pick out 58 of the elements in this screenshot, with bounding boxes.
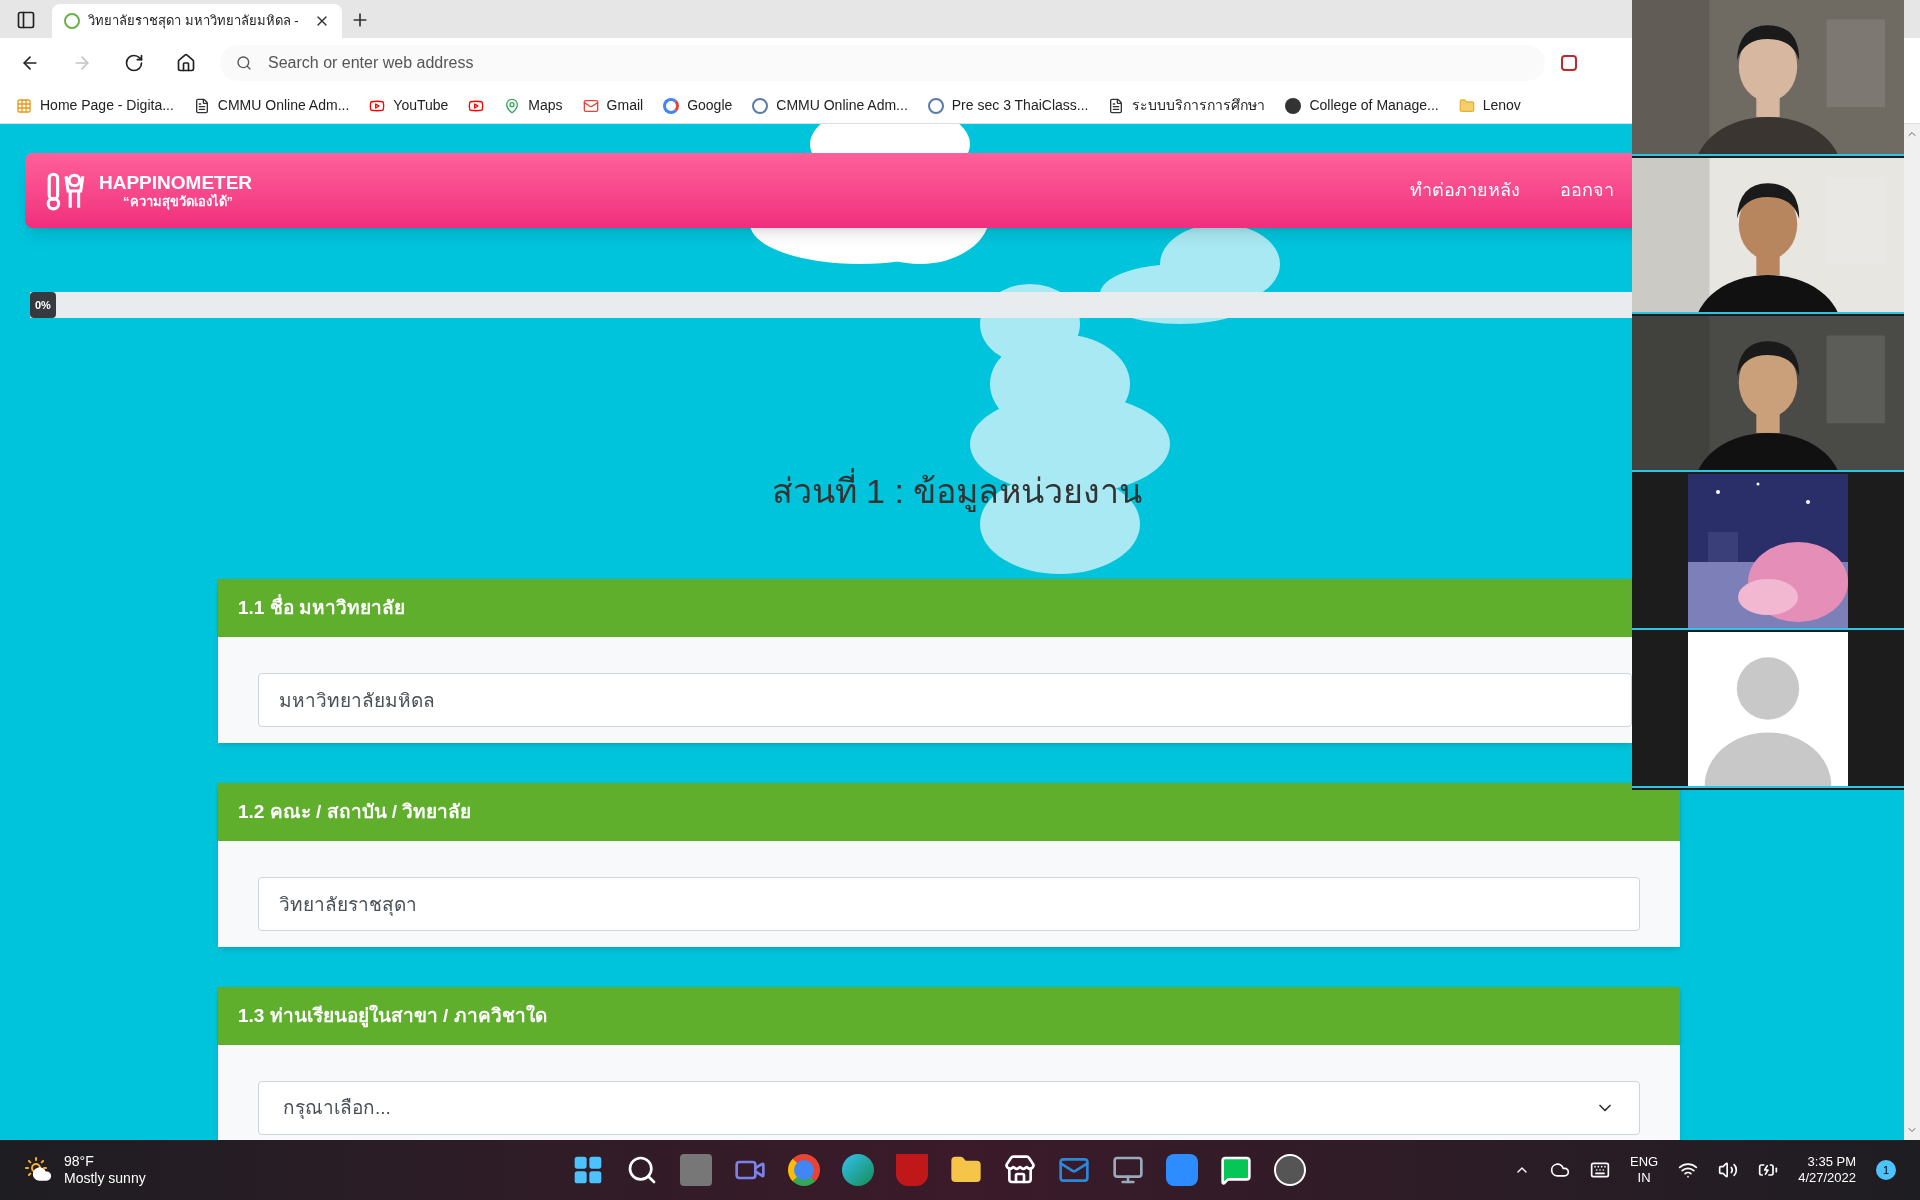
bookmark[interactable]: Google [663,95,733,116]
logo-icon [752,97,769,114]
refresh-icon[interactable] [124,53,144,73]
weather-icon[interactable] [24,1156,52,1184]
cloud-icon[interactable] [1550,1160,1570,1180]
bookmark[interactable]: CMMU Online Adm... [193,95,350,116]
text-field[interactable]: วิทยาลัยราชสุดา [258,877,1640,931]
mail-icon [582,97,599,114]
notification-count[interactable]: 1 [1876,1160,1896,1180]
search-icon[interactable] [626,1154,658,1186]
start-icon[interactable] [572,1154,604,1186]
search-icon [236,55,252,71]
address-placeholder: Search or enter web address [268,53,474,73]
monitor-icon[interactable] [1112,1154,1144,1186]
input-region[interactable]: IN [1637,1170,1651,1187]
wifi-icon[interactable] [1678,1160,1699,1180]
bookmark[interactable]: Lenov [1458,95,1521,116]
keyboard-icon[interactable] [1590,1160,1610,1180]
page-icon [1108,97,1125,114]
store-icon[interactable] [1004,1154,1036,1186]
page-icon [193,97,210,114]
brand-tagline: “ความสุขวัดเองได้” [123,194,234,211]
bookmark[interactable]: Gmail [582,95,644,116]
progress-label: 0% [30,292,56,318]
extension-icon[interactable] [1561,55,1577,71]
volume-icon[interactable] [1718,1160,1739,1180]
question-label: 1.1 ชื่อ มหาวิทยาลัย [238,593,405,620]
bookmark[interactable]: Pre sec 3 ThaiClass... [927,95,1089,116]
chat-icon[interactable] [1220,1154,1252,1186]
bookmark[interactable]: Home Page - Digita... [16,95,174,116]
tab-actions-icon[interactable] [16,10,36,30]
shield-icon[interactable] [896,1154,928,1186]
grid-icon [16,97,32,114]
brand-name: HAPPINOMETER [99,170,253,194]
question-label: 1.3 ท่านเรียนอยู่ในสาขา / ภาควิชาใด [238,1003,547,1030]
bookmark[interactable]: CMMU Online Adm... [752,95,908,116]
home-icon[interactable] [176,53,196,73]
clock-date[interactable]: 4/27/2022 [1798,1170,1856,1187]
tab-favicon-icon [64,13,80,29]
bookmark[interactable]: College of Manage... [1285,95,1439,116]
address-bar[interactable]: Search or enter web address [220,45,1545,81]
map-pin-icon [504,97,521,114]
avatar-silhouette-icon [1688,632,1848,786]
select-field[interactable]: กรุณาเลือก... [258,1081,1640,1135]
bookmark[interactable]: YouTube [369,95,449,116]
tab-title: วิทยาลัยราชสุดา มหาวิทยาลัยมหิดล - [88,12,300,31]
temperature: 98°F [64,1152,95,1170]
weather-condition: Mostly sunny [64,1170,146,1188]
clock-time[interactable]: 3:35 PM [1807,1153,1856,1170]
text-field[interactable]: มหาวิทยาลัยมหิดล [258,673,1632,727]
bookmark[interactable]: Maps [504,95,563,116]
folder-icon [1458,97,1475,114]
logo-icon [1285,97,1302,114]
bookmark[interactable]: ระบบบริการการศึกษา [1108,95,1266,116]
input-language[interactable]: ENG [1630,1153,1659,1170]
question-label: 1.2 คณะ / สถาบัน / วิทยาลัย [238,799,472,824]
browser-tab[interactable]: วิทยาลัยราชสุดา มหาวิทยาลัยมหิดล - [52,4,342,38]
logo-icon [927,97,944,114]
